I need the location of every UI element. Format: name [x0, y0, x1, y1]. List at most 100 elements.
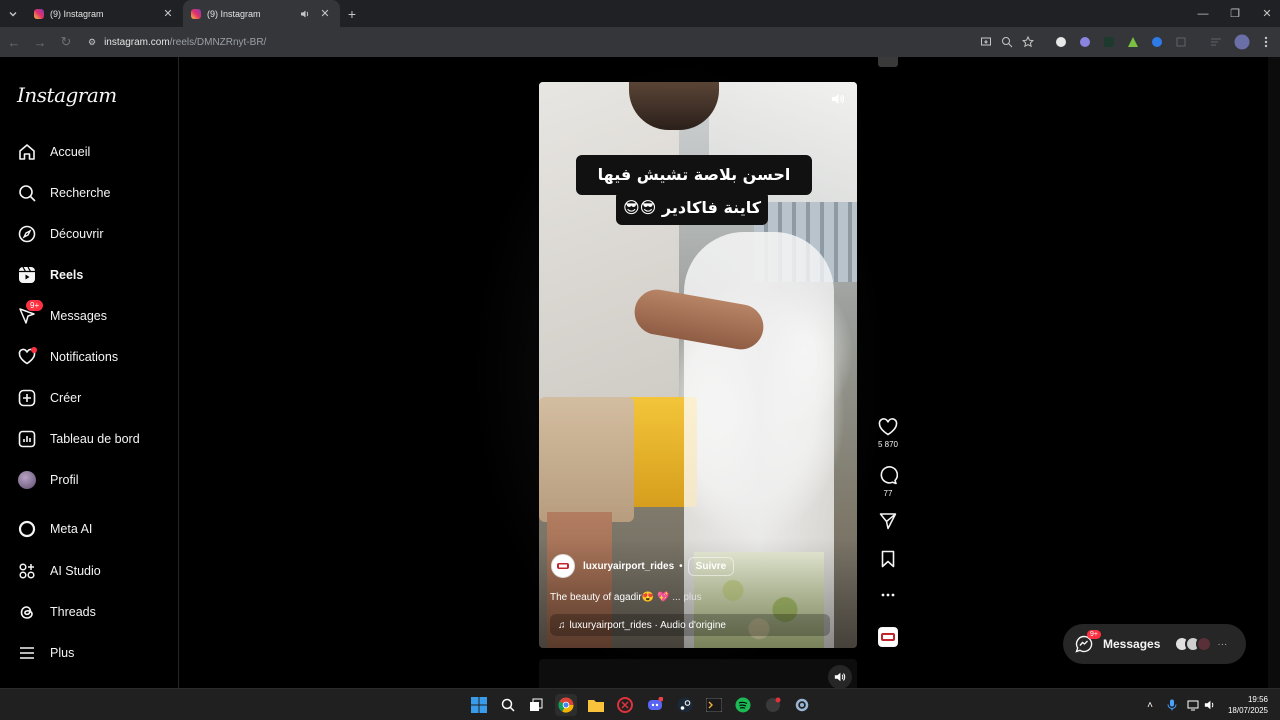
- profile-avatar[interactable]: [1233, 33, 1251, 51]
- bookmark-star-icon[interactable]: [1019, 33, 1037, 51]
- messages-floating-button[interactable]: 9+ Messages ···: [1063, 624, 1246, 664]
- sidebar-item-label: Reels: [50, 268, 84, 282]
- audio-playing-icon[interactable]: [300, 9, 310, 19]
- description-text: The beauty of agadir😍 💖: [550, 592, 670, 603]
- discord-icon[interactable]: [644, 694, 666, 716]
- clock-date: 18/07/2025: [1227, 706, 1268, 715]
- spotify-icon[interactable]: [732, 694, 754, 716]
- taskbar-search-icon[interactable]: [497, 694, 519, 716]
- follow-button[interactable]: Suivre: [687, 556, 735, 576]
- reel-description: The beauty of agadir😍 💖 ... plus: [550, 592, 702, 603]
- install-app-icon[interactable]: [977, 33, 995, 51]
- instagram-favicon-icon: [191, 8, 201, 19]
- browser-tab-1[interactable]: (9) Instagram ✕: [26, 0, 183, 27]
- extensions-puzzle-icon[interactable]: [1172, 33, 1190, 51]
- reading-list-icon[interactable]: [1207, 33, 1225, 51]
- windows-start-icon[interactable]: [468, 694, 490, 716]
- volume-icon[interactable]: [831, 92, 847, 108]
- site-info-icon[interactable]: ⚙: [88, 37, 96, 48]
- tab-search-button[interactable]: [0, 0, 26, 27]
- sidebar-item-accueil[interactable]: Accueil: [8, 134, 172, 170]
- share-action[interactable]: [877, 512, 899, 530]
- sidebar-item-ai-studio[interactable]: AI Studio: [8, 553, 172, 589]
- minimize-icon[interactable]: —: [1186, 0, 1220, 27]
- extension-3-icon[interactable]: [1100, 33, 1118, 51]
- tray-chevron-icon[interactable]: ˄: [1143, 698, 1157, 712]
- sidebar-item-recherche[interactable]: Recherche: [8, 175, 172, 211]
- back-icon[interactable]: ←: [2, 30, 26, 54]
- file-explorer-icon[interactable]: [585, 694, 607, 716]
- address-bar[interactable]: ⚙ instagram.com/reels/DMNZRnyt-BR/: [78, 30, 973, 54]
- extension-4-icon[interactable]: [1124, 33, 1142, 51]
- sidebar-item-label: Profil: [50, 473, 79, 487]
- sidebar-item-label: Créer: [50, 391, 82, 405]
- close-window-icon[interactable]: ✕: [1250, 0, 1280, 27]
- profile-avatar-wrap: [17, 470, 37, 490]
- sidebar-item-messages[interactable]: 9+ Messages: [8, 298, 172, 334]
- app-terminal-icon[interactable]: [703, 694, 725, 716]
- app-red-icon[interactable]: [614, 694, 636, 716]
- browser-tab-2[interactable]: (9) Instagram ✕: [183, 0, 340, 27]
- save-action[interactable]: [877, 550, 899, 568]
- speaker-icon[interactable]: [1203, 698, 1217, 712]
- comment-icon[interactable]: [878, 465, 898, 485]
- sidebar-item-plus[interactable]: Plus: [8, 635, 172, 671]
- more-link[interactable]: ... plus: [672, 592, 701, 603]
- close-tab-icon[interactable]: ✕: [318, 7, 332, 21]
- audio-thumbnail[interactable]: [878, 627, 898, 647]
- microphone-icon[interactable]: [1165, 698, 1179, 712]
- sidebar-item-threads[interactable]: Threads: [8, 594, 172, 630]
- extension-5-icon[interactable]: [1148, 33, 1166, 51]
- author-username[interactable]: luxuryairport_rides: [583, 561, 674, 572]
- taskbar-clock[interactable]: 19:56 18/07/2025: [1228, 694, 1268, 716]
- windows-taskbar: ˄ 19:56 18/07/2025: [0, 688, 1280, 720]
- steam-icon[interactable]: [674, 694, 696, 716]
- heart-icon[interactable]: [878, 418, 898, 436]
- extension-1-icon[interactable]: [1052, 33, 1070, 51]
- zoom-icon[interactable]: [998, 33, 1016, 51]
- search-icon: [17, 183, 37, 203]
- chrome-menu-icon[interactable]: [1257, 33, 1275, 51]
- meta-ai-icon: [17, 519, 37, 539]
- overlay-line-2: كاينة فاكادير 😎😎: [616, 191, 768, 225]
- sidebar-item-label: Accueil: [50, 145, 91, 159]
- page-scrollbar[interactable]: [1268, 57, 1280, 688]
- previous-reel-thumbnail[interactable]: [878, 57, 898, 67]
- tab-title: (9) Instagram: [207, 8, 261, 19]
- share-icon[interactable]: [879, 512, 897, 530]
- volume-icon[interactable]: [828, 665, 852, 688]
- sidebar-item-reels[interactable]: Reels: [8, 257, 172, 293]
- sidebar-item-meta-ai[interactable]: Meta AI: [8, 511, 172, 547]
- sidebar-item-decouvrir[interactable]: Découvrir: [8, 216, 172, 252]
- forward-icon[interactable]: →: [28, 30, 52, 54]
- extension-2-icon[interactable]: [1076, 33, 1094, 51]
- url-domain: instagram.com: [104, 36, 170, 48]
- more-options-action[interactable]: [877, 593, 899, 597]
- sidebar-item-notifications[interactable]: Notifications: [8, 339, 172, 375]
- instagram-favicon-icon: [34, 8, 44, 19]
- chrome-taskbar-icon[interactable]: [555, 694, 577, 716]
- like-action[interactable]: 5 870: [877, 418, 899, 449]
- author-row: luxuryairport_rides • Suivre: [551, 554, 735, 578]
- restore-icon[interactable]: ❐: [1218, 0, 1252, 27]
- author-avatar[interactable]: [551, 554, 575, 578]
- reload-icon[interactable]: ↻: [54, 30, 78, 54]
- new-tab-button[interactable]: +: [340, 0, 364, 27]
- network-icon[interactable]: [1186, 698, 1200, 712]
- settings-gear-icon[interactable]: [791, 694, 813, 716]
- sidebar-item-label: AI Studio: [50, 564, 101, 578]
- audio-link[interactable]: ♫ luxuryairport_rides · Audio d'origine: [550, 614, 830, 636]
- close-tab-icon[interactable]: ✕: [161, 7, 175, 21]
- reel-video[interactable]: احسن بلاصة تشيش فيها كاينة فاكادير 😎😎 lu…: [539, 82, 857, 648]
- comment-action[interactable]: 77: [877, 465, 899, 498]
- app-dark-icon[interactable]: [762, 694, 784, 716]
- more-options-icon[interactable]: [881, 593, 895, 597]
- sidebar-item-creer[interactable]: Créer: [8, 380, 172, 416]
- sidebar-item-tableau-de-bord[interactable]: Tableau de bord: [8, 421, 172, 457]
- sidebar-item-profil[interactable]: Profil: [8, 462, 172, 498]
- task-view-icon[interactable]: [525, 694, 547, 716]
- messages-float-label: Messages: [1103, 637, 1161, 651]
- next-reel-preview[interactable]: [539, 659, 857, 688]
- bookmark-icon[interactable]: [880, 550, 896, 568]
- instagram-logo[interactable]: Instagram: [17, 83, 117, 107]
